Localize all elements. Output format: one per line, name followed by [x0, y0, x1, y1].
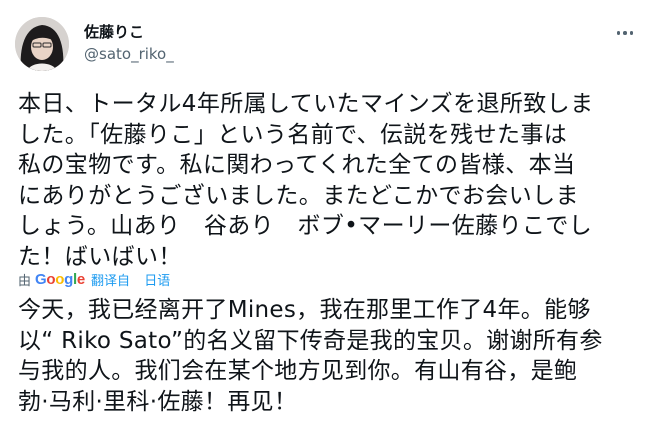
translated-text: 今天，我已经离开了Mines，我在那里工作了4年。能够 以“ Riko Sato… — [18, 295, 644, 417]
tweet-text-line: しょう。山あり 谷あり ボブ•マーリー佐藤りこでし — [18, 213, 593, 239]
translated-text-line: 以“ Riko Sato”的名义留下传奇是我的宝贝。谢谢所有参 — [18, 327, 603, 354]
tweet-text-line: 本日、トータル4年所属していたマインズを退所致しま — [18, 91, 594, 117]
tweet-text-line: にありがとうございました。またどこかでお会いしま — [18, 182, 579, 209]
translated-from-label: 翻译自 — [90, 273, 130, 289]
tweet-text-line: した。「佐藤りこ」という名前で、伝説を残せた事は — [18, 121, 568, 148]
tweet-text: 本日、トータル4年所属していたマインズを退所致しま した。「佐藤りこ」という名前… — [18, 89, 640, 272]
google-logo-letter: o — [55, 270, 65, 288]
author-name[interactable]: 佐藤りこ — [84, 22, 144, 42]
more-dot — [629, 31, 634, 35]
google-logo-letter: e — [76, 270, 85, 288]
google-logo-letter: g — [64, 270, 74, 288]
avatar[interactable] — [15, 17, 69, 71]
translated-text-line: 勃·马利·里科·佐藤！再见！ — [18, 388, 298, 415]
more-horizontal-icon[interactable] — [608, 20, 642, 46]
more-dot — [623, 31, 627, 35]
author-handle[interactable]: @sato_riko_ — [84, 44, 174, 64]
tweet-text-line: 私の宝物です。私に関わってくれた全ての皆様、本当 — [18, 152, 576, 178]
translated-from-link[interactable]: 翻译自 日语 — [91, 270, 170, 289]
translated-text-line: 今天，我已经离开了Mines，我在那里工作了4年。能够 — [18, 297, 591, 323]
google-logo-letter: G — [35, 270, 47, 288]
google-logo: Google — [35, 271, 85, 288]
source-language-label: 日语 — [144, 273, 171, 289]
tweet-text-line: た！ばいばい！ — [18, 243, 182, 270]
avatar-photo — [15, 17, 69, 71]
translation-attribution: 由 Google 翻译自 日语 — [18, 269, 170, 289]
translated-text-line: 与我的人。我们会在某个地方见到你。有山有谷，是鲍 — [18, 358, 578, 384]
google-logo-letter: o — [46, 270, 56, 288]
more-dot — [616, 31, 621, 35]
translated-by-label: 由 — [18, 273, 32, 289]
